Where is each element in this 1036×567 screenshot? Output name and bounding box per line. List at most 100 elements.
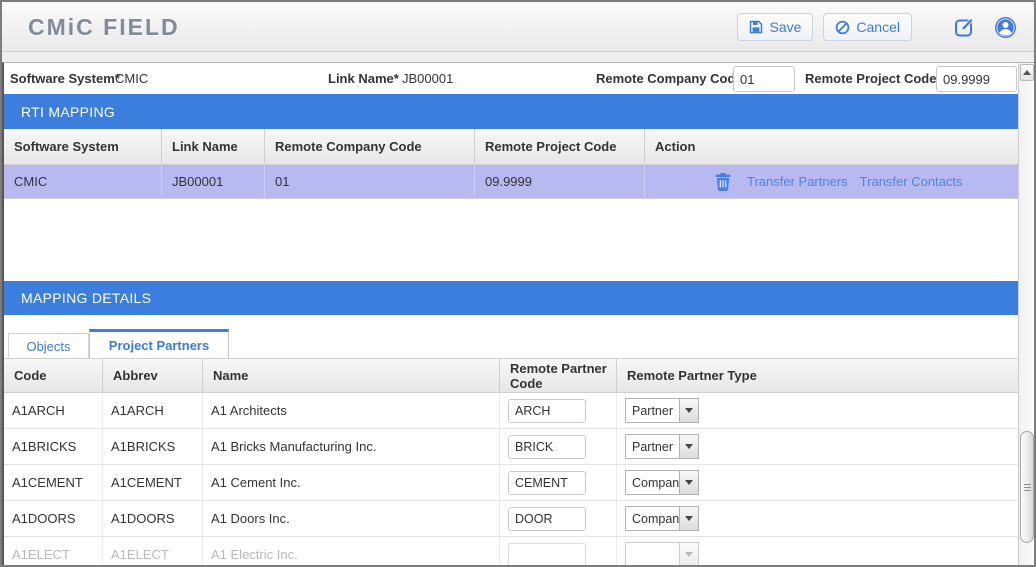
cell-abbrev: A1ARCH	[103, 393, 203, 428]
remote-partner-code-input[interactable]	[508, 506, 586, 531]
remote-partner-type-select[interactable]: Partner	[625, 434, 699, 459]
table-row: A1ARCH A1ARCH A1 Architects Partner	[4, 393, 1018, 429]
column-header-software-system: Software System	[4, 129, 162, 164]
remote-project-code-label: Remote Project Code*	[805, 71, 942, 86]
remote-partner-code-input[interactable]	[508, 434, 586, 459]
remote-partner-code-input[interactable]	[508, 398, 586, 423]
top-bar: CMiC FIELD Save Cancel	[2, 2, 1034, 52]
cell-remote-partner-type: Company	[617, 465, 1018, 500]
remote-company-code-label: Remote Company Code*	[596, 71, 748, 86]
cell-name: A1 Bricks Manufacturing Inc.	[203, 429, 500, 464]
cell-abbrev: A1BRICKS	[103, 429, 203, 464]
save-button-label: Save	[769, 19, 802, 35]
arrow-up-icon	[1023, 70, 1031, 75]
link-name-label: Link Name*	[328, 71, 399, 86]
save-button[interactable]: Save	[737, 13, 814, 41]
rti-mapping-header: RTI MAPPING	[4, 94, 1018, 129]
content-panel: Software System* CMIC Link Name* JB00001…	[2, 62, 1034, 565]
cell-remote-partner-type: Partner	[617, 393, 1018, 428]
scrollbar-up-button[interactable]	[1020, 64, 1034, 81]
column-header-abbrev: Abbrev	[103, 359, 203, 392]
cancel-button-label: Cancel	[856, 19, 900, 35]
cancel-button[interactable]: Cancel	[823, 13, 912, 41]
remote-partner-type-select[interactable]: Company	[625, 506, 699, 531]
dropdown-button[interactable]	[679, 399, 698, 422]
selected-option-label: Partner	[632, 439, 673, 454]
rti-cell-remote-project-code: 09.9999	[475, 165, 645, 198]
cell-remote-partner-type: Partner	[617, 429, 1018, 464]
selected-option-label: Company	[632, 511, 686, 526]
user-button[interactable]	[990, 13, 1020, 41]
vertical-scrollbar[interactable]	[1018, 63, 1034, 565]
column-header-remote-partner-code: Remote Partner Code	[500, 359, 617, 392]
chevron-down-icon	[685, 552, 693, 557]
table-row: A1ELECT A1ELECT A1 Electric Inc.	[4, 537, 1018, 565]
software-system-value: CMIC	[115, 71, 149, 86]
chevron-down-icon	[685, 444, 693, 449]
rti-table-header: Software System Link Name Remote Company…	[4, 129, 1018, 165]
tab-project-partners[interactable]: Project Partners	[89, 329, 229, 358]
dropdown-button[interactable]	[679, 543, 698, 565]
partners-table-body: A1ARCH A1ARCH A1 Architects Partner A1B	[4, 393, 1018, 565]
app-window: CMiC FIELD Save Cancel Software System* …	[0, 0, 1036, 567]
rti-mapping-title: RTI MAPPING	[21, 103, 116, 120]
cell-remote-partner-code	[500, 537, 617, 565]
link-name-value: JB00001	[402, 71, 454, 86]
scrollbar-grip-icon	[1023, 486, 1031, 488]
user-icon	[994, 16, 1017, 39]
selected-option-label	[626, 543, 679, 565]
column-header-name: Name	[203, 359, 500, 392]
selected-option-label: Company	[632, 475, 686, 490]
cancel-icon	[835, 20, 850, 35]
remote-partner-type-select[interactable]	[625, 542, 699, 565]
edit-button[interactable]	[950, 13, 980, 41]
main-area: Software System* CMIC Link Name* JB00001…	[4, 63, 1018, 565]
rti-cell-software-system: CMIC	[4, 165, 162, 198]
remote-partner-code-input[interactable]	[508, 542, 586, 565]
partners-table-header: Code Abbrev Name Remote Partner Code Rem…	[4, 358, 1018, 393]
column-header-remote-partner-type: Remote Partner Type	[627, 368, 757, 383]
remote-project-code-input[interactable]	[936, 66, 1017, 92]
cell-code: A1DOORS	[4, 501, 103, 536]
scrollbar-grip-icon	[1023, 489, 1031, 491]
remote-company-code-input[interactable]	[733, 66, 795, 92]
edit-icon	[954, 16, 976, 38]
rti-cell-remote-company-code: 01	[265, 165, 475, 198]
cell-name: A1 Doors Inc.	[203, 501, 500, 536]
cell-abbrev: A1CEMENT	[103, 465, 203, 500]
cell-remote-partner-code	[500, 465, 617, 500]
tab-objects[interactable]: Objects	[8, 333, 89, 358]
column-header-remote-company-code: Remote Company Code	[265, 129, 475, 164]
cell-remote-partner-code	[500, 429, 617, 464]
cell-name: A1 Cement Inc.	[203, 465, 500, 500]
delete-icon[interactable]	[715, 172, 731, 191]
table-row: A1BRICKS A1BRICKS A1 Bricks Manufacturin…	[4, 429, 1018, 465]
transfer-contacts-link[interactable]: Transfer Contacts	[860, 174, 963, 189]
remote-partner-type-select[interactable]: Company	[625, 470, 699, 495]
rti-table-row-selected[interactable]: CMIC JB00001 01 09.9999 Transfer Partner…	[4, 165, 1018, 199]
rti-cell-link-name: JB00001	[162, 165, 265, 198]
selected-option-label: Partner	[632, 403, 673, 418]
remote-partner-type-select[interactable]: Partner	[625, 398, 699, 423]
cell-name: A1 Architects	[203, 393, 500, 428]
cell-code: A1BRICKS	[4, 429, 103, 464]
cell-abbrev: A1DOORS	[103, 501, 203, 536]
remote-partner-code-input[interactable]	[508, 470, 586, 495]
scrollbar-thumb[interactable]	[1020, 431, 1034, 543]
dropdown-button[interactable]	[679, 435, 698, 458]
chevron-down-icon	[685, 516, 693, 521]
column-header-link-name: Link Name	[162, 129, 265, 164]
tab-objects-label: Objects	[26, 338, 71, 354]
column-header-action: Action	[655, 139, 696, 154]
cell-remote-partner-type: Company	[617, 501, 1018, 536]
cell-code: A1CEMENT	[4, 465, 103, 500]
dropdown-button[interactable]	[679, 471, 698, 494]
cell-name: A1 Electric Inc.	[203, 537, 500, 565]
mapping-details-title: MAPPING DETAILS	[21, 290, 152, 306]
dropdown-button[interactable]	[679, 507, 698, 530]
tab-project-partners-label: Project Partners	[108, 337, 210, 353]
table-row: A1DOORS A1DOORS A1 Doors Inc. Company	[4, 501, 1018, 537]
app-logo: CMiC FIELD	[28, 14, 180, 40]
transfer-partners-link[interactable]: Transfer Partners	[747, 174, 848, 189]
cell-remote-partner-code	[500, 501, 617, 536]
